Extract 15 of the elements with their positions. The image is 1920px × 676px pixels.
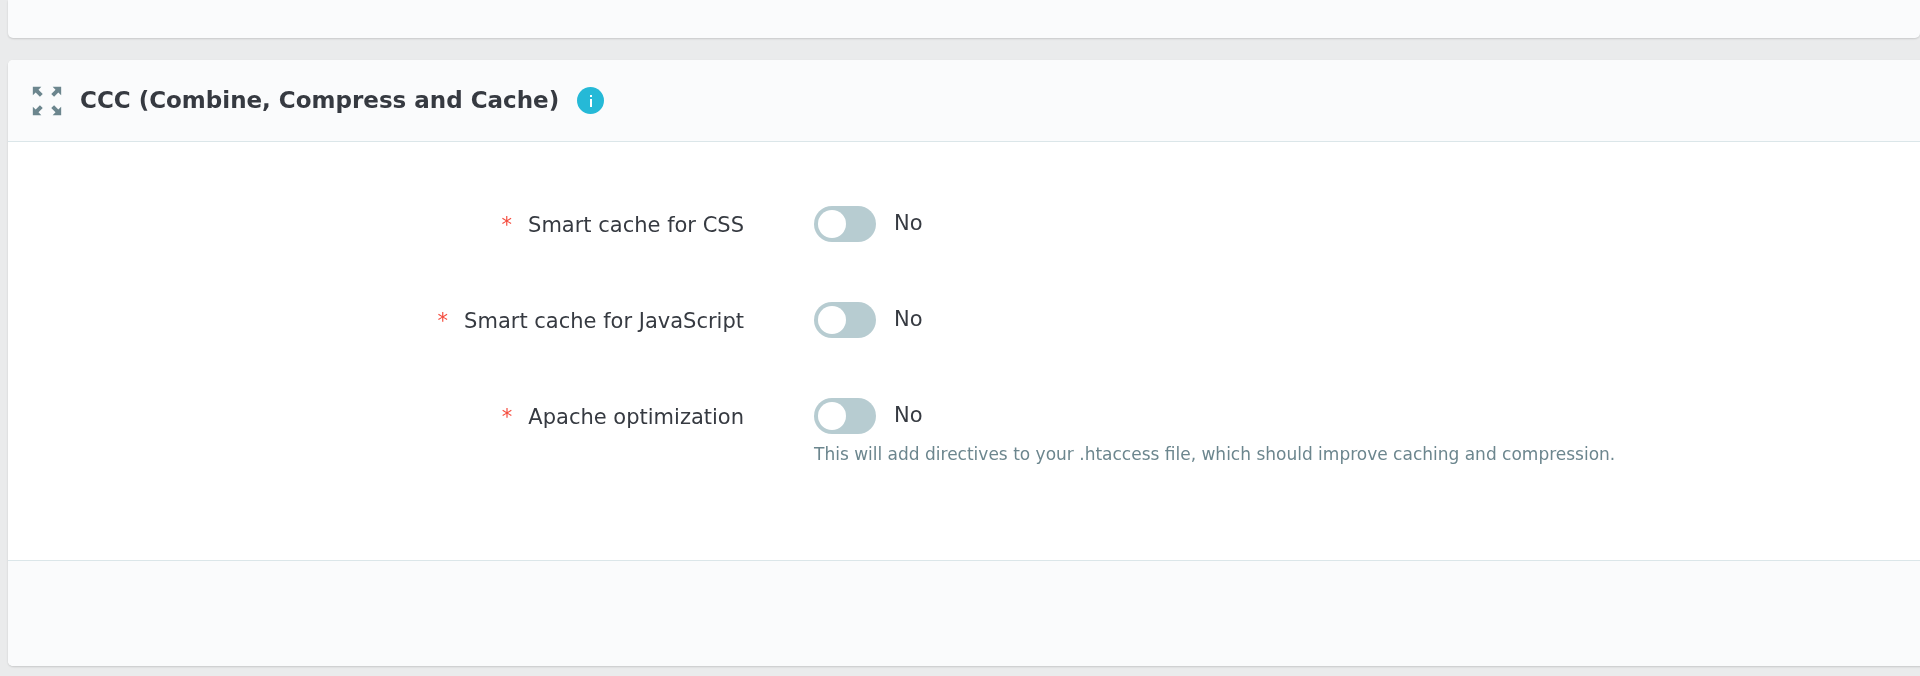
- help-text: This will add directives to your .htaccess file, which should improve caching and compression.: [814, 443, 1616, 466]
- field-label: Apache optimization: [528, 404, 744, 431]
- info-icon[interactable]: [577, 87, 605, 114]
- toggle-switch[interactable]: [814, 206, 876, 242]
- required-mark: *: [437, 308, 449, 335]
- panel-title: CCC (Combine, Compress and Cache): [80, 86, 560, 116]
- toggle-switch[interactable]: [814, 302, 876, 338]
- toggle-switch[interactable]: [814, 398, 876, 434]
- field-label: Smart cache for JavaScript: [464, 308, 744, 335]
- toggle-state: No: [894, 402, 923, 430]
- field-label: Smart cache for CSS: [528, 212, 744, 239]
- required-mark: *: [501, 212, 513, 239]
- toggle-state: No: [894, 306, 923, 334]
- required-mark: *: [501, 404, 513, 431]
- toggle-state: No: [894, 210, 923, 238]
